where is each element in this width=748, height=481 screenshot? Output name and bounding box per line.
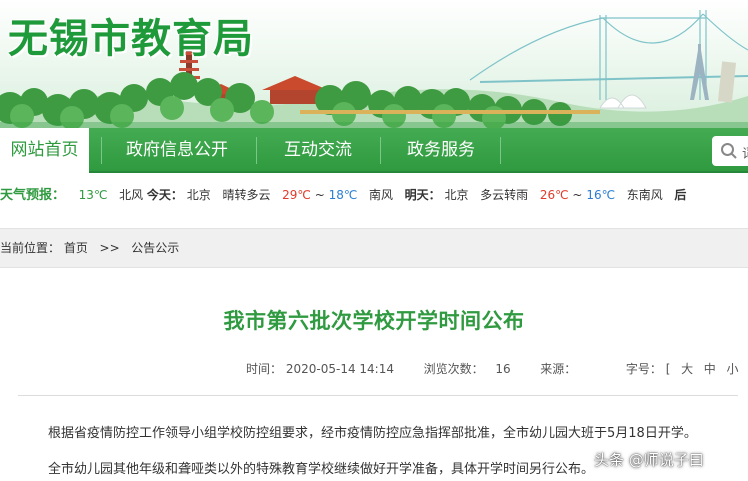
watermark: 头条 @师说子曰 — [594, 451, 704, 469]
article-divider — [18, 395, 738, 396]
nav-divider — [380, 137, 381, 164]
weather-wind: 东南风 — [626, 188, 663, 202]
search-input[interactable]: 词 — [712, 136, 748, 166]
weather-condition: 晴转多云 — [222, 188, 271, 202]
weather-high: 26℃ — [539, 188, 569, 202]
meta-time-value: 2020-05-14 14:14 — [285, 362, 394, 376]
article-paragraph: 全市幼儿园其他年级和聋哑类以外的特殊教育学校继续做好开学准备，具体开学时间另行公… — [48, 462, 595, 477]
article-meta: 时间： 2020-05-14 14:14 浏览次数： 16 来源： 字号： [ … — [246, 360, 748, 377]
weather-low: 16℃ — [586, 188, 616, 202]
breadcrumb-current[interactable]: 公告公示 — [131, 229, 179, 267]
search-hint: 词 — [742, 143, 748, 162]
font-size-medium[interactable]: 中 — [704, 360, 716, 377]
weather-wind: 北风 — [119, 188, 144, 202]
weather-tilde: ~ — [314, 188, 325, 202]
meta-source-label: 来源： — [540, 362, 577, 376]
search-icon[interactable] — [720, 142, 738, 160]
article-title: 我市第六批次学校开学时间公布 — [0, 305, 748, 335]
meta-views-value: 16 — [495, 362, 511, 376]
weather-tomorrow-label: 明天： — [404, 188, 441, 202]
weather-tilde: ~ — [572, 188, 583, 202]
weather-temp: 13℃ — [78, 188, 108, 202]
nav-gov-info[interactable]: 政府信息公开 — [103, 128, 251, 173]
weather-condition: 多云转雨 — [480, 188, 529, 202]
font-bracket-open: [ — [665, 362, 671, 376]
weather-low: 18℃ — [328, 188, 358, 202]
site-banner: 无锡市教育局 — [0, 0, 748, 128]
weather-bar: 天气预报： 13℃ 北风 今天： 北京 晴转多云 29℃ ~ 18℃ 南风 明天… — [0, 175, 748, 215]
nav-services[interactable]: 政务服务 — [382, 128, 500, 173]
main-nav: 网站首页 政府信息公开 互动交流 政务服务 — [0, 128, 748, 173]
article-title-text: 我市第六批次学校开学时间公布 — [223, 309, 525, 333]
nav-interaction[interactable]: 互动交流 — [258, 128, 378, 173]
weather-city: 北京 — [444, 188, 469, 202]
weather-city: 北京 — [186, 188, 211, 202]
weather-wind: 南风 — [368, 188, 393, 202]
breadcrumb-separator: >> — [99, 241, 120, 255]
site-title: 无锡市教育局 — [8, 16, 254, 62]
article-paragraph: 根据省疫情防控工作领导小组学校防控组要求，经市疫情防控应急指挥部批准，全市幼儿园… — [48, 426, 697, 441]
breadcrumb-prefix: 当前位置： — [0, 241, 61, 255]
font-size-small[interactable]: 小 — [726, 360, 738, 377]
meta-views-label: 浏览次数： — [423, 362, 484, 376]
nav-divider — [256, 137, 257, 164]
weather-label: 天气预报： — [0, 188, 66, 203]
font-size-large[interactable]: 大 — [681, 360, 693, 377]
meta-font-label: 字号： — [625, 362, 662, 376]
breadcrumb: 当前位置： 首页 >> 公告公示 — [0, 228, 748, 268]
nav-divider — [500, 137, 501, 164]
meta-time-label: 时间： — [246, 362, 283, 376]
nav-home[interactable]: 网站首页 — [0, 128, 89, 173]
weather-today-label: 今天： — [146, 188, 183, 202]
weather-high: 29℃ — [282, 188, 311, 202]
breadcrumb-home[interactable]: 首页 — [64, 229, 88, 267]
nav-divider — [101, 137, 102, 164]
weather-after-label: 后 — [674, 188, 687, 202]
